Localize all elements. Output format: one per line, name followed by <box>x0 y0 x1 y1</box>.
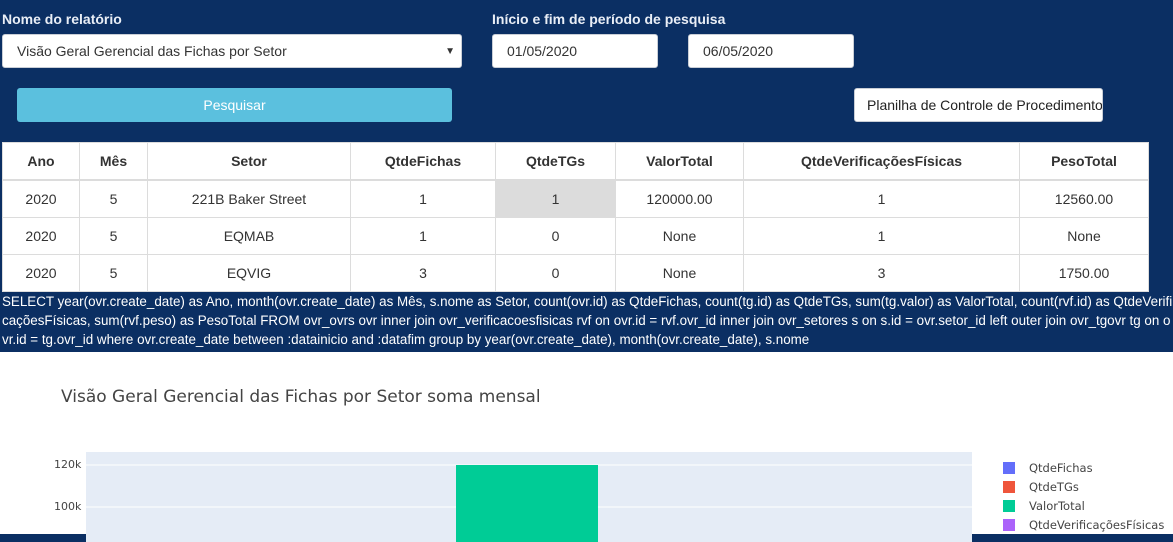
legend-swatch <box>1003 461 1015 474</box>
plot-area[interactable] <box>86 452 972 542</box>
table-row: 2020 5 221B Baker Street 1 1 120000.00 1… <box>2 179 1149 218</box>
legend-item[interactable]: QtdeTGs <box>1003 477 1164 496</box>
table-cell: 0 <box>495 217 616 255</box>
period-label: Início e fim de período de pesquisa <box>492 11 726 27</box>
table-cell: 5 <box>79 179 148 218</box>
header-valortotal[interactable]: ValorTotal <box>615 142 744 181</box>
table-cell: 1750.00 <box>1019 254 1149 292</box>
table-cell: 2020 <box>2 217 80 255</box>
header-ano[interactable]: Ano <box>2 142 80 181</box>
start-date-value: 01/05/2020 <box>507 43 578 59</box>
table-cell: EQVIG <box>147 254 351 292</box>
table-cell: 1 <box>743 179 1020 218</box>
legend-label: QtdeTGs <box>1029 479 1079 494</box>
chart-title: Visão Geral Gerencial das Fichas por Set… <box>61 387 541 407</box>
table-cell: 221B Baker Street <box>147 179 351 218</box>
header-qtdefichas[interactable]: QtdeFichas <box>350 142 496 181</box>
bar-valortotal[interactable] <box>456 465 598 542</box>
table-header-row: Ano Mês Setor QtdeFichas QtdeTGs ValorTo… <box>2 142 1149 181</box>
table-cell: 1 <box>743 217 1020 255</box>
results-table: Ano Mês Setor QtdeFichas QtdeTGs ValorTo… <box>2 142 1149 292</box>
table-cell: 5 <box>79 254 148 292</box>
table-cell: 12560.00 <box>1019 179 1149 218</box>
report-select-value: Visão Geral Gerencial das Fichas por Set… <box>17 43 287 59</box>
table-cell: 2020 <box>2 179 80 218</box>
chevron-down-icon: ▼ <box>445 46 455 57</box>
legend-item[interactable]: QtdeVerificaçõesFísicas <box>1003 515 1164 534</box>
table-cell: 1 <box>350 217 496 255</box>
table-cell-selected: 1 <box>495 179 616 218</box>
table-row: 2020 5 EQVIG 3 0 None 3 1750.00 <box>2 254 1149 292</box>
table-cell: 0 <box>495 254 616 292</box>
legend-swatch <box>1003 499 1015 512</box>
legend-label: ValorTotal <box>1029 498 1085 513</box>
header-qtdeverificacoes[interactable]: QtdeVerificaçõesFísicas <box>743 142 1020 181</box>
search-button[interactable]: Pesquisar <box>17 88 452 122</box>
end-date-value: 06/05/2020 <box>703 43 774 59</box>
header-setor[interactable]: Setor <box>147 142 351 181</box>
table-cell: 5 <box>79 217 148 255</box>
table-cell: 2020 <box>2 254 80 292</box>
table-row: 2020 5 EQMAB 1 0 None 1 None <box>2 217 1149 255</box>
chart-panel: Visão Geral Gerencial das Fichas por Set… <box>0 352 1173 542</box>
report-name-label: Nome do relatório <box>2 11 122 27</box>
legend-item[interactable]: ValorTotal <box>1003 496 1164 515</box>
legend-swatch <box>1003 480 1015 493</box>
table-cell: 1 <box>350 179 496 218</box>
legend-item[interactable]: QtdeFichas <box>1003 458 1164 477</box>
table-cell: 3 <box>743 254 1020 292</box>
start-date-input[interactable]: 01/05/2020 <box>492 34 658 68</box>
legend-label: QtdeVerificaçõesFísicas <box>1029 517 1165 532</box>
table-cell: None <box>1019 217 1149 255</box>
legend-swatch <box>1003 518 1015 531</box>
chart-legend: QtdeFichas QtdeTGs ValorTotal QtdeVerifi… <box>1003 458 1164 534</box>
header-qtdetgs[interactable]: QtdeTGs <box>495 142 616 181</box>
table-cell: None <box>615 217 744 255</box>
legend-label: QtdeFichas <box>1029 460 1093 475</box>
y-tick-label: 100k <box>54 500 82 513</box>
control-sheet-button[interactable]: Planilha de Controle de Procedimentos <box>854 88 1103 122</box>
y-tick-label: 120k <box>54 458 82 471</box>
table-cell: EQMAB <box>147 217 351 255</box>
table-cell: 3 <box>350 254 496 292</box>
sql-query-text: SELECT year(ovr.create_date) as Ano, mon… <box>2 294 1173 347</box>
plot-svg <box>86 464 972 542</box>
table-cell: 120000.00 <box>615 179 744 218</box>
header-mes[interactable]: Mês <box>79 142 148 181</box>
header-pesototal[interactable]: PesoTotal <box>1019 142 1149 181</box>
end-date-input[interactable]: 06/05/2020 <box>688 34 854 68</box>
report-select[interactable]: Visão Geral Gerencial das Fichas por Set… <box>2 34 462 68</box>
table-cell: None <box>615 254 744 292</box>
